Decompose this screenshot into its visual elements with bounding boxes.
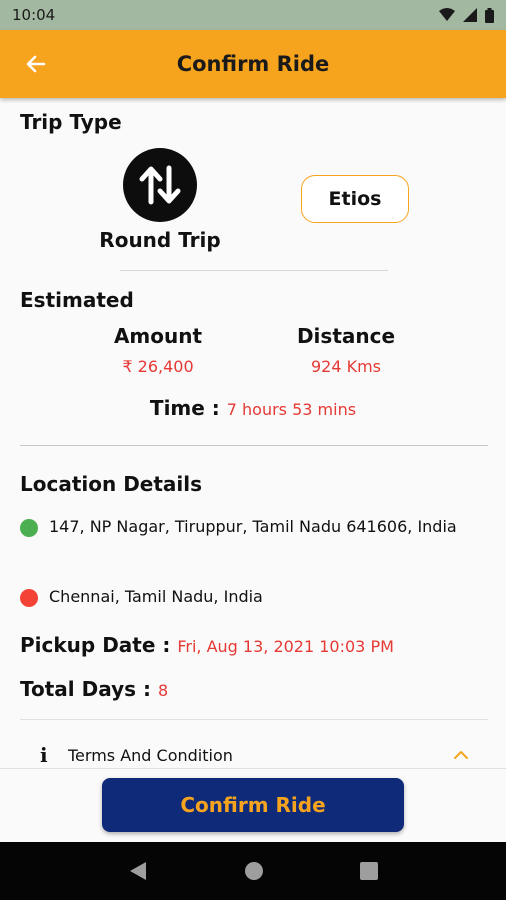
amount-value: ₹ 26,400 (122, 357, 194, 376)
content-area[interactable]: Trip Type Round Trip Etios Estimated Amo… (0, 98, 506, 768)
back-arrow-icon[interactable] (22, 50, 50, 78)
home-nav-icon[interactable] (244, 861, 264, 881)
battery-icon (485, 7, 494, 23)
bottom-bar: Confirm Ride (0, 768, 506, 842)
pickup-location: 147, NP Nagar, Tiruppur, Tamil Nadu 6416… (20, 516, 490, 538)
swap-arrows-icon (139, 165, 181, 205)
confirm-ride-button[interactable]: Confirm Ride (102, 778, 404, 832)
amount-label: Amount (113, 324, 203, 348)
time-value: 7 hours 53 mins (226, 400, 357, 419)
trip-type-heading: Trip Type (20, 110, 122, 134)
distance-value: 924 Kms (310, 357, 382, 376)
estimated-heading: Estimated (20, 288, 134, 312)
pickup-date-label: Pickup Date : (20, 633, 171, 657)
pickup-dot-icon (20, 519, 38, 537)
status-time: 10:04 (12, 6, 56, 24)
divider (20, 719, 488, 720)
info-icon: i (40, 743, 48, 767)
drop-location: Chennai, Tamil Nadu, India (20, 586, 490, 608)
terms-label: Terms And Condition (68, 745, 233, 765)
terms-row[interactable]: i Terms And Condition (40, 743, 470, 767)
wifi-icon (439, 8, 455, 21)
car-type-button[interactable]: Etios (301, 175, 409, 223)
recents-nav-icon[interactable] (360, 862, 378, 880)
round-trip-icon[interactable] (123, 148, 197, 222)
total-days-row: Total Days : 8 (20, 677, 168, 701)
back-nav-icon[interactable] (128, 860, 148, 882)
chevron-up-icon[interactable] (452, 746, 470, 764)
time-label: Time : (149, 396, 220, 420)
drop-address: Chennai, Tamil Nadu, India (49, 587, 263, 606)
page-title: Confirm Ride (176, 52, 330, 76)
pickup-date-row: Pickup Date : Fri, Aug 13, 2021 10:03 PM (20, 633, 394, 657)
trip-type-label: Round Trip (99, 228, 221, 252)
drop-dot-icon (20, 589, 38, 607)
status-bar: 10:04 (0, 0, 506, 30)
signal-icon (463, 8, 477, 22)
distance-label: Distance (296, 324, 396, 348)
app-bar: Confirm Ride (0, 30, 506, 98)
divider (120, 270, 388, 271)
divider (20, 445, 488, 446)
pickup-address: 147, NP Nagar, Tiruppur, Tamil Nadu 6416… (49, 517, 457, 536)
system-nav-bar (0, 842, 506, 900)
time-row: Time : 7 hours 53 mins (0, 396, 506, 420)
pickup-date-value: Fri, Aug 13, 2021 10:03 PM (177, 637, 394, 656)
location-heading: Location Details (20, 472, 203, 496)
total-days-label: Total Days : (20, 677, 151, 701)
total-days-value: 8 (157, 681, 169, 700)
